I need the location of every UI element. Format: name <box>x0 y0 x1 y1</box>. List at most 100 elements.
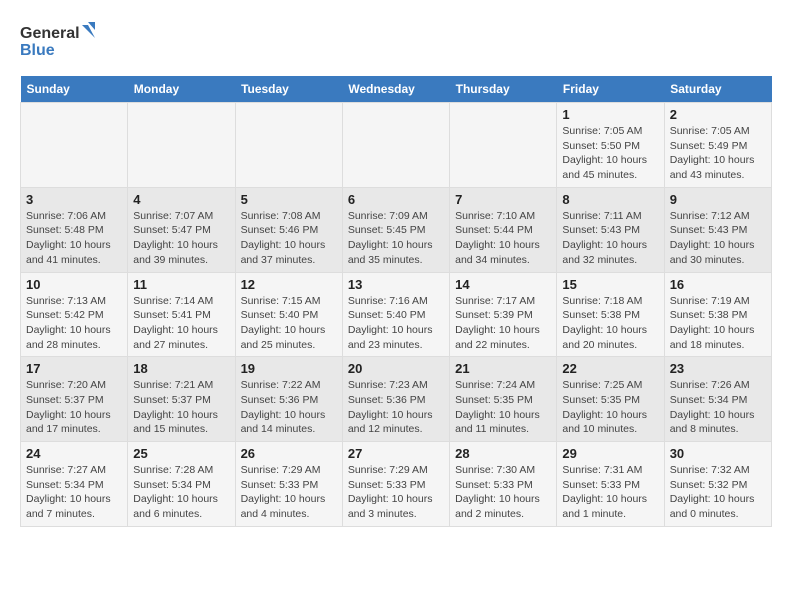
calendar-cell: 20 Sunrise: 7:23 AM Sunset: 5:36 PM Dayli… <box>342 357 449 442</box>
calendar-cell: 3Sunrise: 7:06 AM Sunset: 5:48 PM Daylig… <box>21 187 128 272</box>
day-number: 30 <box>670 446 766 461</box>
calendar-cell: 29 Sunrise: 7:31 AM Sunset: 5:33 PM Dayli… <box>557 442 664 527</box>
day-number: 20 <box>348 361 444 376</box>
day-info: Sunrise: 7:32 AM Sunset: 5:32 PM Dayligh… <box>670 463 766 522</box>
day-info: Sunrise: 7:27 AM Sunset: 5:34 PM Dayligh… <box>26 463 122 522</box>
day-of-week-header: Friday <box>557 76 664 103</box>
day-of-week-header: Sunday <box>21 76 128 103</box>
svg-text:General: General <box>20 25 80 42</box>
calendar-cell: 2 Sunrise: 7:05 AM Sunset: 5:49 PM Daylig… <box>664 103 771 188</box>
calendar-cell: 11 Sunrise: 7:14 AM Sunset: 5:41 PM Dayli… <box>128 272 235 357</box>
calendar-cell <box>342 103 449 188</box>
calendar-cell: 12Sunrise: 7:15 AM Sunset: 5:40 PM Dayli… <box>235 272 342 357</box>
day-info: Sunrise: 7:19 AM Sunset: 5:38 PM Dayligh… <box>670 294 766 353</box>
day-of-week-header: Wednesday <box>342 76 449 103</box>
calendar-week-row: 10 Sunrise: 7:13 AM Sunset: 5:42 PM Dayli… <box>21 272 772 357</box>
day-number: 11 <box>133 277 229 292</box>
day-info: Sunrise: 7:13 AM Sunset: 5:42 PM Dayligh… <box>26 294 122 353</box>
day-number: 14 <box>455 277 551 292</box>
calendar-cell: 15 Sunrise: 7:18 AM Sunset: 5:38 PM Dayli… <box>557 272 664 357</box>
day-info: Sunrise: 7:24 AM Sunset: 5:35 PM Dayligh… <box>455 378 551 437</box>
day-number: 24 <box>26 446 122 461</box>
day-number: 19 <box>241 361 337 376</box>
calendar-cell: 22 Sunrise: 7:25 AM Sunset: 5:35 PM Dayli… <box>557 357 664 442</box>
svg-text:Blue: Blue <box>20 42 55 59</box>
day-info: Sunrise: 7:18 AM Sunset: 5:38 PM Dayligh… <box>562 294 658 353</box>
calendar-cell: 10 Sunrise: 7:13 AM Sunset: 5:42 PM Dayli… <box>21 272 128 357</box>
calendar-cell: 5 Sunrise: 7:08 AM Sunset: 5:46 PM Daylig… <box>235 187 342 272</box>
calendar-week-row: 17 Sunrise: 7:20 AM Sunset: 5:37 PM Dayli… <box>21 357 772 442</box>
day-number: 13 <box>348 277 444 292</box>
day-number: 18 <box>133 361 229 376</box>
day-of-week-header: Tuesday <box>235 76 342 103</box>
calendar-cell: 23 Sunrise: 7:26 AM Sunset: 5:34 PM Dayli… <box>664 357 771 442</box>
day-number: 17 <box>26 361 122 376</box>
day-info: Sunrise: 7:06 AM Sunset: 5:48 PM Dayligh… <box>26 209 122 268</box>
day-info: Sunrise: 7:16 AM Sunset: 5:40 PM Dayligh… <box>348 294 444 353</box>
header: GeneralBlue <box>20 20 772 60</box>
day-info: Sunrise: 7:12 AM Sunset: 5:43 PM Dayligh… <box>670 209 766 268</box>
day-number: 12 <box>241 277 337 292</box>
calendar-week-row: 24 Sunrise: 7:27 AM Sunset: 5:34 PM Dayli… <box>21 442 772 527</box>
day-of-week-header: Saturday <box>664 76 771 103</box>
calendar-cell: 4 Sunrise: 7:07 AM Sunset: 5:47 PM Daylig… <box>128 187 235 272</box>
calendar-cell: 28Sunrise: 7:30 AM Sunset: 5:33 PM Dayli… <box>450 442 557 527</box>
calendar-cell: 25 Sunrise: 7:28 AM Sunset: 5:34 PM Dayli… <box>128 442 235 527</box>
day-number: 9 <box>670 192 766 207</box>
day-number: 29 <box>562 446 658 461</box>
day-number: 22 <box>562 361 658 376</box>
calendar-week-row: 1Sunrise: 7:05 AM Sunset: 5:50 PM Daylig… <box>21 103 772 188</box>
calendar-cell: 26Sunrise: 7:29 AM Sunset: 5:33 PM Dayli… <box>235 442 342 527</box>
day-info: Sunrise: 7:29 AM Sunset: 5:33 PM Dayligh… <box>348 463 444 522</box>
day-info: Sunrise: 7:05 AM Sunset: 5:49 PM Dayligh… <box>670 124 766 183</box>
calendar-cell: 24 Sunrise: 7:27 AM Sunset: 5:34 PM Dayli… <box>21 442 128 527</box>
day-info: Sunrise: 7:23 AM Sunset: 5:36 PM Dayligh… <box>348 378 444 437</box>
calendar-cell: 21 Sunrise: 7:24 AM Sunset: 5:35 PM Dayli… <box>450 357 557 442</box>
day-info: Sunrise: 7:10 AM Sunset: 5:44 PM Dayligh… <box>455 209 551 268</box>
day-info: Sunrise: 7:05 AM Sunset: 5:50 PM Dayligh… <box>562 124 658 183</box>
day-info: Sunrise: 7:11 AM Sunset: 5:43 PM Dayligh… <box>562 209 658 268</box>
day-info: Sunrise: 7:25 AM Sunset: 5:35 PM Dayligh… <box>562 378 658 437</box>
day-info: Sunrise: 7:14 AM Sunset: 5:41 PM Dayligh… <box>133 294 229 353</box>
calendar-cell: 16Sunrise: 7:19 AM Sunset: 5:38 PM Dayli… <box>664 272 771 357</box>
day-info: Sunrise: 7:09 AM Sunset: 5:45 PM Dayligh… <box>348 209 444 268</box>
calendar-cell: 27 Sunrise: 7:29 AM Sunset: 5:33 PM Dayli… <box>342 442 449 527</box>
day-info: Sunrise: 7:20 AM Sunset: 5:37 PM Dayligh… <box>26 378 122 437</box>
calendar-cell: 19 Sunrise: 7:22 AM Sunset: 5:36 PM Dayli… <box>235 357 342 442</box>
day-info: Sunrise: 7:26 AM Sunset: 5:34 PM Dayligh… <box>670 378 766 437</box>
calendar-cell: 6Sunrise: 7:09 AM Sunset: 5:45 PM Daylig… <box>342 187 449 272</box>
calendar-cell: 1Sunrise: 7:05 AM Sunset: 5:50 PM Daylig… <box>557 103 664 188</box>
day-info: Sunrise: 7:29 AM Sunset: 5:33 PM Dayligh… <box>241 463 337 522</box>
logo: GeneralBlue <box>20 20 100 60</box>
logo-svg: GeneralBlue <box>20 20 100 60</box>
day-number: 2 <box>670 107 766 122</box>
calendar-cell: 8 Sunrise: 7:11 AM Sunset: 5:43 PM Daylig… <box>557 187 664 272</box>
day-info: Sunrise: 7:22 AM Sunset: 5:36 PM Dayligh… <box>241 378 337 437</box>
calendar-cell: 14Sunrise: 7:17 AM Sunset: 5:39 PM Dayli… <box>450 272 557 357</box>
day-number: 21 <box>455 361 551 376</box>
day-of-week-header: Monday <box>128 76 235 103</box>
calendar-header-row: SundayMondayTuesdayWednesdayThursdayFrid… <box>21 76 772 103</box>
day-number: 15 <box>562 277 658 292</box>
calendar-cell <box>21 103 128 188</box>
day-info: Sunrise: 7:07 AM Sunset: 5:47 PM Dayligh… <box>133 209 229 268</box>
day-of-week-header: Thursday <box>450 76 557 103</box>
day-number: 5 <box>241 192 337 207</box>
day-number: 27 <box>348 446 444 461</box>
calendar-cell <box>235 103 342 188</box>
calendar-cell: 7Sunrise: 7:10 AM Sunset: 5:44 PM Daylig… <box>450 187 557 272</box>
day-info: Sunrise: 7:28 AM Sunset: 5:34 PM Dayligh… <box>133 463 229 522</box>
calendar-table: SundayMondayTuesdayWednesdayThursdayFrid… <box>20 76 772 527</box>
day-number: 10 <box>26 277 122 292</box>
day-number: 8 <box>562 192 658 207</box>
day-info: Sunrise: 7:31 AM Sunset: 5:33 PM Dayligh… <box>562 463 658 522</box>
calendar-cell <box>128 103 235 188</box>
calendar-cell: 9 Sunrise: 7:12 AM Sunset: 5:43 PM Daylig… <box>664 187 771 272</box>
calendar-week-row: 3Sunrise: 7:06 AM Sunset: 5:48 PM Daylig… <box>21 187 772 272</box>
day-number: 25 <box>133 446 229 461</box>
day-info: Sunrise: 7:21 AM Sunset: 5:37 PM Dayligh… <box>133 378 229 437</box>
day-number: 4 <box>133 192 229 207</box>
day-number: 23 <box>670 361 766 376</box>
calendar-cell <box>450 103 557 188</box>
day-info: Sunrise: 7:08 AM Sunset: 5:46 PM Dayligh… <box>241 209 337 268</box>
